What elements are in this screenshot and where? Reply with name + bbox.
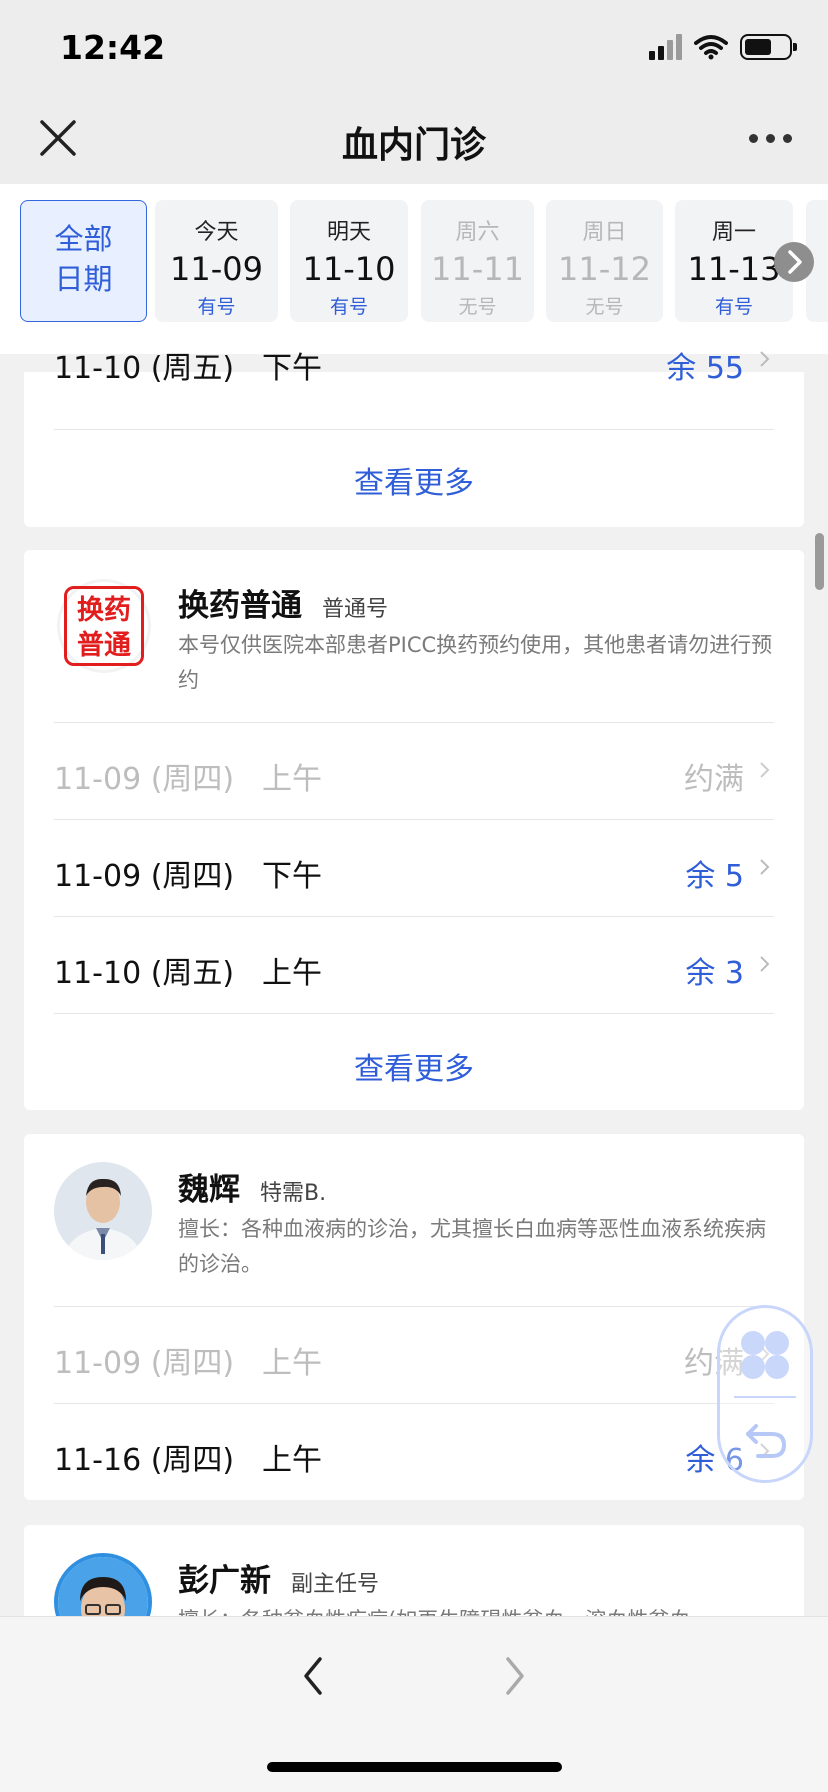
schedule-period: 下午	[262, 859, 322, 894]
schedule-period: 上午	[262, 1346, 322, 1381]
schedule-period: 上午	[262, 1443, 322, 1478]
page-title: 血内门诊	[341, 125, 486, 166]
doctor-name: 魏辉	[178, 1172, 240, 1208]
status-icons	[649, 34, 797, 60]
logo-text-2: 普通	[77, 630, 131, 661]
date-weekday: 周六	[455, 220, 500, 245]
back-arrow-icon[interactable]	[298, 1653, 328, 1699]
signal-icon	[649, 34, 682, 60]
status-bar: 12:42	[0, 0, 828, 92]
wifi-icon	[694, 35, 728, 60]
chevron-right-icon	[760, 351, 770, 367]
date-all-label-2: 日期	[54, 262, 113, 296]
doctor-name: 彭广新	[178, 1563, 271, 1599]
status-time: 12:42	[60, 28, 166, 67]
schedule-status: 约满	[684, 762, 744, 797]
clinic-logo: 换药 普通	[60, 582, 148, 670]
schedule-status: 余 3	[685, 956, 744, 991]
date-item-sat[interactable]: 周六 11-11 无号	[421, 200, 534, 322]
chevron-right-icon	[760, 859, 770, 875]
schedule-row[interactable]: 11-09 (周四) 下午 余 5	[54, 819, 774, 916]
chevron-right-icon	[760, 956, 770, 972]
doctor-card: 魏辉 特需B. 擅长：各种血液病的诊治，尤其擅长白血病等恶性血液系统疾病的诊治。 …	[24, 1134, 804, 1500]
chevron-right-icon	[760, 762, 770, 778]
schedule-date: 11-09 (周四)	[54, 762, 235, 797]
doctor-name: 换药普通	[178, 588, 302, 624]
widget-divider	[734, 1396, 796, 1398]
date-value: 11-12	[558, 250, 651, 288]
scrollbar[interactable]	[815, 533, 824, 590]
chevron-right-icon	[788, 250, 802, 274]
schedule-row[interactable]: 11-09 (周四) 上午 约满	[54, 722, 774, 819]
row-divider	[54, 429, 774, 430]
date-all-button[interactable]: 全部 日期	[20, 200, 147, 322]
registration-type: 副主任号	[291, 1572, 380, 1597]
logo-text-1: 换药	[77, 595, 131, 626]
view-more-button[interactable]: 查看更多	[24, 458, 804, 502]
date-all-label-1: 全部	[54, 222, 113, 256]
schedule-row[interactable]: 11-16 (周四) 上午 余 6	[54, 1403, 774, 1500]
doctor-name-line: 魏辉 特需B.	[178, 1164, 326, 1209]
doctor-description: 本号仅供医院本部患者PICC换药预约使用，其他患者请勿进行预约	[178, 633, 773, 692]
date-weekday: 今天	[194, 220, 239, 245]
nav-bar: 血内门诊	[0, 92, 828, 184]
schedule-date: 11-10 (周五)	[54, 351, 235, 386]
home-indicator[interactable]	[267, 1762, 562, 1772]
registration-type: 特需B.	[260, 1181, 327, 1206]
scroll-right-button[interactable]	[774, 242, 814, 282]
date-value: 11-09	[170, 250, 263, 288]
schedule-status: 余 5	[685, 859, 744, 894]
date-weekday: 周日	[582, 220, 627, 245]
schedule-row[interactable]: 11-10 (周五) 上午 余 3	[54, 916, 774, 1013]
date-weekday: 明天	[326, 220, 371, 245]
doctor-name-line: 换药普通 普通号	[178, 580, 388, 625]
view-more-button[interactable]: 查看更多	[24, 1044, 804, 1088]
schedule-date: 11-16 (周四)	[54, 1443, 235, 1478]
date-value: 11-11	[431, 250, 524, 288]
date-value: 11-10	[302, 250, 396, 288]
schedule-period: 上午	[262, 762, 322, 797]
doctor-card: 11-10 (周五) 下午 余 55 查看更多	[24, 351, 804, 527]
row-divider	[54, 1013, 774, 1014]
doctor-name-line: 彭广新 副主任号	[178, 1555, 379, 1600]
date-item-today[interactable]: 今天 11-09 有号	[155, 200, 278, 322]
date-item-sun[interactable]: 周日 11-12 无号	[546, 200, 663, 322]
doctor-card: 换药 普通 换药普通 普通号 本号仅供医院本部患者PICC换药预约使用，其他患者请…	[24, 550, 804, 1110]
battery-icon	[740, 34, 797, 60]
date-item-tomorrow[interactable]: 明天 11-10 有号	[290, 200, 408, 322]
schedule-period: 上午	[262, 956, 322, 991]
schedule-row[interactable]: 11-10 (周五) 下午 余 55	[54, 312, 774, 409]
doctor-avatar	[54, 1162, 152, 1260]
doctor-description: 擅长：各种血液病的诊治，尤其擅长白血病等恶性血液系统疾病的诊治。	[178, 1217, 766, 1276]
schedule-date: 11-10 (周五)	[54, 956, 235, 991]
registration-type: 普通号	[322, 597, 389, 622]
schedule-status: 余 55	[666, 351, 744, 386]
schedule-row[interactable]: 11-09 (周四) 上午 约满	[54, 1306, 774, 1403]
floating-widget[interactable]	[717, 1305, 813, 1483]
forward-arrow-icon[interactable]	[500, 1653, 530, 1699]
return-icon[interactable]	[744, 1420, 788, 1460]
schedule-date: 11-09 (周四)	[54, 1346, 235, 1381]
schedule-date: 11-09 (周四)	[54, 859, 235, 894]
mini-program-icon[interactable]	[736, 1326, 794, 1384]
schedule-period: 下午	[262, 351, 322, 386]
more-menu-icon[interactable]	[749, 134, 792, 143]
